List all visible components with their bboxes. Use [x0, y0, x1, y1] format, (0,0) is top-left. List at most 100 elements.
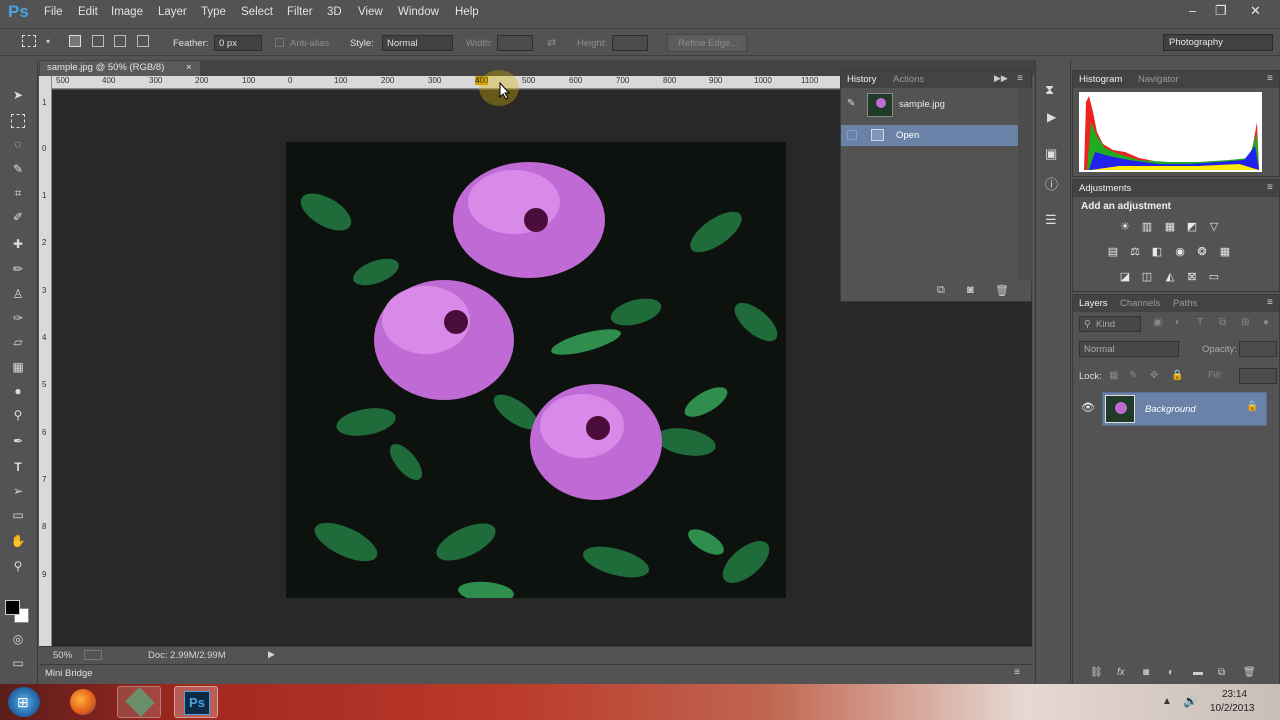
filter-pixel-icon[interactable]: ▣: [1153, 317, 1162, 328]
panel-menu-icon[interactable]: ≡: [1017, 73, 1023, 84]
black-white-icon[interactable]: ◧: [1150, 246, 1164, 258]
menu-image[interactable]: Image: [111, 6, 143, 18]
start-button[interactable]: ⊞: [8, 687, 40, 717]
add-selection-icon[interactable]: [92, 35, 104, 47]
lasso-tool-icon[interactable]: ◌: [9, 135, 27, 153]
height-input[interactable]: [612, 35, 648, 51]
taskbar-app[interactable]: [117, 686, 161, 718]
taskbar-photoshop[interactable]: Ps: [174, 686, 218, 718]
filter-type-icon[interactable]: T: [1197, 317, 1203, 328]
opacity-input[interactable]: [1239, 341, 1277, 357]
history-scrollbar[interactable]: [1018, 89, 1032, 281]
info-panel-icon[interactable]: ⓘ: [1045, 174, 1058, 193]
history-panel-icon[interactable]: ⧗: [1045, 82, 1054, 98]
zoom-tool-icon[interactable]: ⚲: [9, 557, 27, 575]
vibrance-icon[interactable]: ▽: [1207, 221, 1221, 233]
paragraph-panel-icon[interactable]: ☰: [1045, 212, 1057, 228]
levels-icon[interactable]: ▥: [1140, 221, 1154, 233]
rectangle-tool-icon[interactable]: ▭: [9, 506, 27, 524]
menu-window[interactable]: Window: [398, 6, 439, 18]
workspace-select[interactable]: Photography: [1163, 34, 1273, 51]
restore-button[interactable]: ❐: [1215, 3, 1227, 19]
chevron-down-icon[interactable]: ▾: [46, 37, 50, 46]
menu-edit[interactable]: Edit: [78, 6, 98, 18]
tray-flag-icon[interactable]: ▲: [1162, 696, 1172, 707]
quick-mask-icon[interactable]: ◎: [9, 630, 27, 648]
share-icon[interactable]: [84, 650, 102, 660]
filter-shape-icon[interactable]: ⧉: [1219, 317, 1226, 328]
trash-icon[interactable]: 🗑: [995, 284, 1009, 297]
tab-adjustments[interactable]: Adjustments: [1079, 183, 1131, 194]
hue-saturation-icon[interactable]: ▤: [1106, 246, 1120, 258]
move-tool-icon[interactable]: ➤: [9, 86, 27, 104]
brightness-contrast-icon[interactable]: ☀: [1118, 221, 1132, 233]
path-selection-icon[interactable]: ➢: [9, 482, 27, 500]
cache-warning-icon[interactable]: ⚠: [1244, 98, 1255, 112]
antialias-checkbox[interactable]: [275, 38, 284, 47]
zoom-level[interactable]: 50%: [53, 650, 72, 661]
layer-row-background[interactable]: Background 🔒: [1102, 392, 1267, 426]
subtract-selection-icon[interactable]: [114, 35, 126, 47]
intersect-selection-icon[interactable]: [137, 35, 149, 47]
tab-channels[interactable]: Channels: [1120, 298, 1160, 309]
marquee-tool-preset-icon[interactable]: [22, 35, 36, 47]
crop-tool-icon[interactable]: ⌗: [9, 184, 27, 202]
style-select[interactable]: Normal: [382, 35, 453, 51]
threshold-icon[interactable]: ◭: [1163, 271, 1177, 283]
swap-icon[interactable]: ⇄: [547, 36, 556, 49]
close-tab-icon[interactable]: ×: [186, 62, 192, 73]
screen-mode-icon[interactable]: ▭: [9, 654, 27, 672]
fill-input[interactable]: [1239, 368, 1277, 384]
feather-input[interactable]: 0 px: [214, 35, 262, 51]
close-button[interactable]: ✕: [1250, 3, 1261, 19]
foreground-color-swatch[interactable]: [5, 600, 20, 615]
eraser-icon[interactable]: ▱: [9, 333, 27, 351]
eyedropper-icon[interactable]: ✐: [9, 208, 27, 226]
color-balance-icon[interactable]: ⚖: [1128, 246, 1142, 258]
menu-select[interactable]: Select: [241, 6, 273, 18]
quick-selection-icon[interactable]: ✎: [9, 160, 27, 178]
blur-tool-icon[interactable]: ●: [9, 382, 27, 400]
link-layers-icon[interactable]: ⛓: [1090, 667, 1103, 678]
rectangular-marquee-icon[interactable]: [11, 114, 25, 128]
menu-layer[interactable]: Layer: [158, 6, 187, 18]
add-mask-icon[interactable]: ◙: [1143, 667, 1149, 678]
panel-menu-icon[interactable]: ≡: [1267, 297, 1273, 308]
filter-toggle-icon[interactable]: ●: [1263, 317, 1269, 328]
type-tool-icon[interactable]: T: [9, 458, 27, 476]
layer-name[interactable]: Background: [1145, 404, 1196, 415]
layer-style-icon[interactable]: fx: [1117, 667, 1125, 678]
curves-icon[interactable]: ▦: [1163, 221, 1177, 233]
filter-smart-object-icon[interactable]: ⊞: [1241, 317, 1249, 328]
photo-filter-icon[interactable]: ◉: [1173, 246, 1187, 258]
collapse-icon[interactable]: ▶▶: [994, 73, 1008, 84]
tab-paths[interactable]: Paths: [1173, 298, 1197, 309]
blend-mode-select[interactable]: Normal: [1079, 341, 1179, 357]
clone-stamp-icon[interactable]: ♙: [9, 285, 27, 303]
menu-file[interactable]: File: [44, 6, 63, 18]
taskbar-firefox[interactable]: [62, 686, 106, 718]
posterize-icon[interactable]: ◫: [1140, 271, 1154, 283]
lock-image-icon[interactable]: ✎: [1129, 370, 1137, 381]
color-lookup-icon[interactable]: ▦: [1218, 246, 1232, 258]
hand-tool-icon[interactable]: ✋: [9, 532, 27, 550]
selective-color-icon[interactable]: ⊠: [1185, 271, 1199, 283]
tab-navigator[interactable]: Navigator: [1138, 74, 1179, 85]
new-group-icon[interactable]: ▬: [1193, 667, 1203, 678]
lock-transparent-icon[interactable]: ▦: [1109, 370, 1118, 381]
menu-view[interactable]: View: [358, 6, 383, 18]
channel-mixer-icon[interactable]: ❂: [1195, 246, 1209, 258]
new-document-from-state-icon[interactable]: ⧉: [937, 284, 945, 297]
healing-brush-icon[interactable]: ✚: [9, 235, 27, 253]
gradient-map-icon[interactable]: ▭: [1207, 271, 1221, 283]
mini-bridge-bar[interactable]: Mini Bridge ≡: [39, 664, 1032, 682]
panel-menu-icon[interactable]: ≡: [1267, 73, 1273, 84]
minimize-button[interactable]: –: [1189, 3, 1196, 18]
menu-help[interactable]: Help: [455, 6, 479, 18]
delete-layer-icon[interactable]: 🗑: [1243, 667, 1256, 678]
filter-adjustment-icon[interactable]: ◐: [1175, 317, 1181, 328]
brush-preset-panel-icon[interactable]: ▣: [1045, 146, 1057, 162]
menu-filter[interactable]: Filter: [287, 6, 313, 18]
width-input[interactable]: [497, 35, 533, 51]
document-tab[interactable]: sample.jpg @ 50% (RGB/8) ×: [40, 61, 200, 76]
